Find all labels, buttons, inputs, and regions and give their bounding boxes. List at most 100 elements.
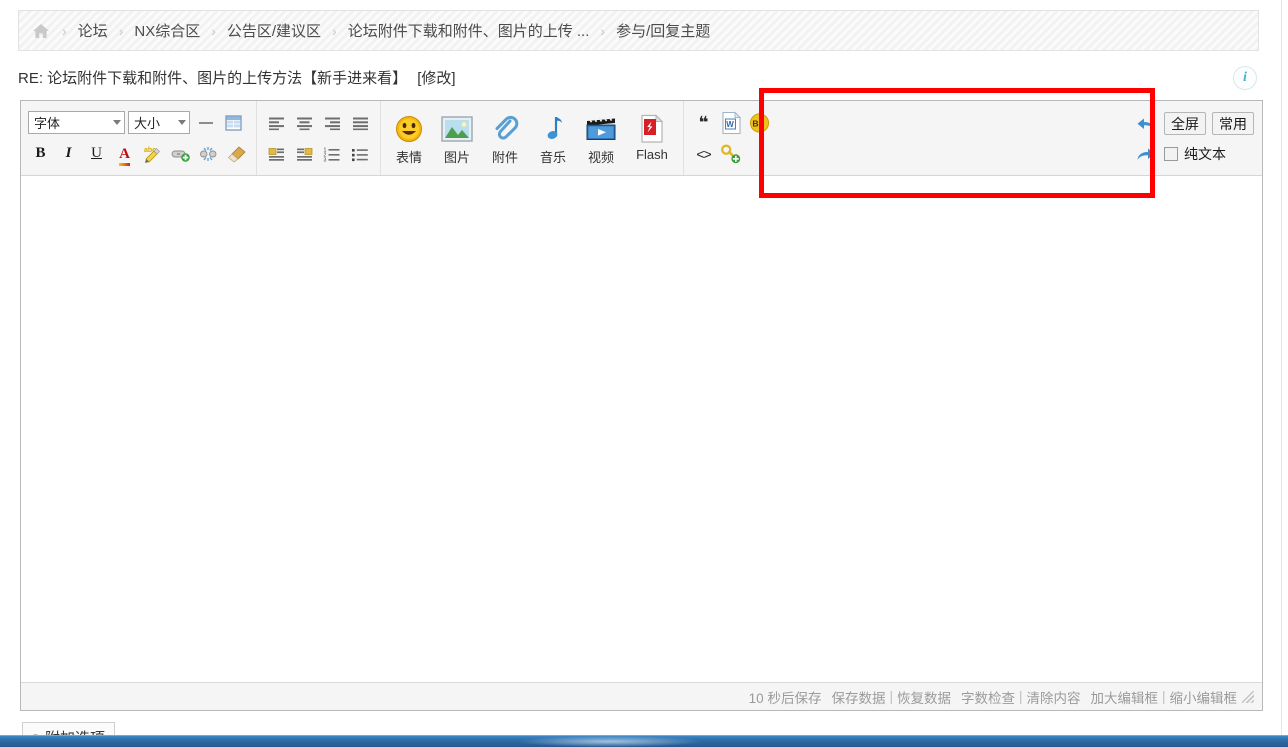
image-icon	[441, 112, 473, 146]
insert-table-button[interactable]	[221, 110, 246, 135]
password-protect-button[interactable]	[719, 141, 744, 166]
underline-icon: U	[91, 145, 102, 161]
home-icon[interactable]	[31, 22, 51, 40]
editor-status-bar: 10 秒后保存 保存数据 | 恢复数据 字数检查 | 清除内容 加大编辑框 | …	[21, 682, 1262, 710]
music-note-icon	[541, 112, 565, 146]
source-code-button[interactable]: <>	[691, 141, 716, 166]
svg-text:Bg: Bg	[752, 118, 763, 128]
toolbar-row-extra-2: <>	[691, 138, 772, 169]
enlarge-editor-link[interactable]: 加大编辑框	[1090, 687, 1158, 707]
title-row: RE: 论坛附件下载和附件、图片的上传方法【新手进来看】 [修改] i	[18, 62, 1263, 92]
restore-data-link[interactable]: 恢复数据	[897, 687, 951, 707]
fullscreen-button[interactable]: 全屏	[1164, 112, 1206, 135]
toolbar-row-extra-1: ❝ W Bg	[691, 107, 772, 138]
align-justify-button[interactable]	[348, 110, 373, 135]
status-separator: |	[889, 689, 893, 704]
toolbar-group-align: 1 2 3	[257, 101, 381, 175]
plaintext-label: 纯文本	[1184, 145, 1226, 162]
edit-title-link[interactable]: [修改]	[417, 67, 455, 88]
windows-taskbar[interactable]	[0, 735, 1288, 747]
save-data-link[interactable]: 保存数据	[831, 687, 885, 707]
redo-button[interactable]	[1133, 141, 1158, 166]
video-label: 视频	[587, 149, 614, 165]
toolbar-right-row-1: 全屏 常用	[1133, 111, 1254, 137]
toolbar-group-font: 字体 大小 B I U A abc	[21, 101, 257, 175]
breadcrumb-item-reply[interactable]: 参与/回复主题	[614, 20, 712, 41]
underline-button[interactable]: U	[84, 141, 109, 166]
image-button[interactable]: 图片	[433, 107, 481, 170]
clear-format-button[interactable]	[224, 141, 249, 166]
breadcrumb-item-announcements[interactable]: 公告区/建议区	[225, 20, 323, 41]
emoji-button[interactable]: 表情	[385, 107, 433, 170]
emoji-label: 表情	[395, 149, 422, 165]
clapperboard-icon	[585, 112, 617, 146]
bold-icon: B	[35, 145, 46, 161]
toolbar-group-media: 表情 图片 附件 音乐 视频 Flash	[381, 101, 684, 175]
resize-grip-icon[interactable]	[1242, 690, 1254, 703]
background-color-button[interactable]: Bg	[747, 110, 772, 135]
paste-from-word-button[interactable]: W	[719, 110, 744, 135]
breadcrumb-separator: ›	[211, 22, 216, 39]
editor-toolbar: 字体 大小 B I U A abc 1 2 3 表情 图片 附件 音乐 视频 F…	[21, 101, 1262, 176]
flash-file-icon	[639, 112, 665, 146]
svg-text:W: W	[726, 120, 734, 129]
toolbar-group-extra: ❝ W Bg <>	[684, 101, 779, 175]
remove-link-button[interactable]	[196, 141, 221, 166]
autosave-status: 10 秒后保存	[748, 690, 822, 706]
insert-link-button[interactable]	[168, 141, 193, 166]
page-right-edge	[1281, 0, 1288, 735]
font-family-select[interactable]: 字体	[28, 111, 125, 134]
chevron-down-icon	[113, 120, 121, 125]
ordered-list-button[interactable]: 1 2 3	[320, 141, 345, 166]
paperclip-icon	[491, 112, 519, 146]
toolbar-right-row-2: 纯文本	[1133, 141, 1254, 167]
clear-content-link[interactable]: 清除内容	[1026, 687, 1080, 707]
breadcrumb-separator: ›	[332, 22, 337, 39]
breadcrumb: › 论坛 › NX综合区 › 公告区/建议区 › 论坛附件下载和附件、图片的上传…	[18, 10, 1259, 51]
align-center-button[interactable]	[292, 110, 317, 135]
page-title: RE: 论坛附件下载和附件、图片的上传方法【新手进来看】	[18, 69, 408, 87]
toolbar-row-2: B I U A abc	[28, 138, 249, 169]
text-color-icon: A	[119, 145, 130, 162]
toolbar-row-1: 字体 大小	[28, 107, 249, 138]
align-left-button[interactable]	[264, 110, 289, 135]
plaintext-checkbox[interactable]	[1164, 146, 1178, 161]
font-size-value: 大小	[134, 116, 161, 131]
chevron-down-icon	[178, 120, 186, 125]
status-separator: |	[1161, 689, 1166, 704]
unordered-list-button[interactable]	[348, 141, 373, 166]
flash-button[interactable]: Flash	[625, 107, 679, 170]
breadcrumb-item-thread[interactable]: 论坛附件下载和附件、图片的上传 ...	[346, 20, 592, 41]
italic-button[interactable]: I	[56, 141, 81, 166]
toolbar-right-controls: 全屏 常用 纯文本	[1133, 101, 1258, 176]
float-left-button[interactable]	[264, 141, 289, 166]
attachment-button[interactable]: 附件	[481, 107, 529, 170]
image-label: 图片	[443, 149, 470, 165]
spellcheck-button[interactable]: abc	[140, 141, 165, 166]
undo-button[interactable]	[1133, 111, 1158, 136]
info-icon[interactable]: i	[1233, 66, 1257, 90]
italic-icon: I	[65, 145, 72, 161]
editor-content-area[interactable]	[21, 176, 1262, 682]
post-editor: 字体 大小 B I U A abc 1 2 3 表情 图片 附件 音乐 视频 F…	[20, 100, 1263, 711]
breadcrumb-item-forum[interactable]: 论坛	[76, 20, 110, 41]
shrink-editor-link[interactable]: 缩小编辑框	[1170, 687, 1238, 707]
common-button[interactable]: 常用	[1212, 112, 1254, 135]
bold-button[interactable]: B	[28, 141, 53, 166]
color-swatch-underline	[119, 162, 130, 166]
status-separator: |	[1018, 689, 1023, 704]
music-button[interactable]: 音乐	[529, 107, 577, 170]
toolbar-row-lists: 1 2 3	[264, 138, 373, 169]
svg-text:3: 3	[324, 157, 327, 162]
breadcrumb-separator: ›	[600, 22, 606, 39]
quote-button[interactable]: ❝	[691, 110, 716, 135]
word-count-link[interactable]: 字数检查	[961, 687, 1015, 707]
video-button[interactable]: 视频	[577, 107, 625, 170]
text-color-button[interactable]: A	[112, 141, 137, 166]
music-label: 音乐	[539, 149, 566, 165]
font-size-select[interactable]: 大小	[128, 111, 190, 134]
float-right-button[interactable]	[292, 141, 317, 166]
breadcrumb-item-nx-zone[interactable]: NX综合区	[132, 20, 202, 41]
horizontal-rule-button[interactable]	[193, 110, 218, 135]
align-right-button[interactable]	[320, 110, 345, 135]
